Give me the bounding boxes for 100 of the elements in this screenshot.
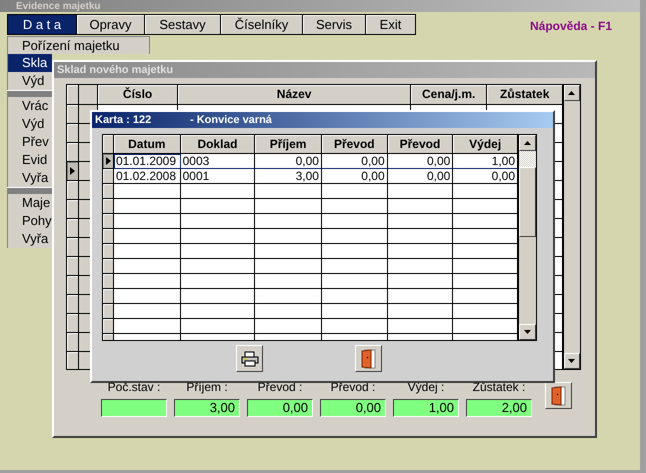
table-cell: 0,00 <box>388 169 454 184</box>
row-indicator[interactable] <box>103 319 114 334</box>
menu-entry[interactable]: Vyřa <box>7 230 52 248</box>
column-header: Výdej <box>453 135 518 154</box>
door-icon <box>360 348 376 368</box>
row-indicator[interactable] <box>67 105 79 124</box>
menu-item[interactable]: Sestavy <box>144 15 220 34</box>
column-header: Převod <box>322 135 388 154</box>
row-indicator[interactable] <box>103 214 114 229</box>
row-indicator[interactable] <box>103 169 114 184</box>
printer-icon <box>240 350 258 366</box>
scroll-track[interactable] <box>519 151 536 167</box>
row-indicator[interactable] <box>103 259 114 274</box>
total-field: 0,00 <box>247 399 313 417</box>
row-indicator[interactable] <box>103 304 114 319</box>
row-indicator[interactable] <box>103 244 114 259</box>
table-cell: 1,00 <box>453 154 518 169</box>
table-cell: 01.01.2009 <box>114 154 181 169</box>
row-indicator[interactable] <box>67 276 79 295</box>
arrow-up-icon <box>568 90 576 96</box>
scrollbar[interactable] <box>563 85 580 369</box>
total-label: Výdej : <box>408 380 444 394</box>
row-indicator[interactable] <box>67 181 79 200</box>
arrow-down-icon <box>524 330 532 334</box>
total-field <box>101 399 167 417</box>
table-cell: 0003 <box>180 154 256 169</box>
menu-item[interactable]: Exit <box>365 15 415 34</box>
menu-item[interactable]: Servis <box>302 15 365 34</box>
row-indicator[interactable] <box>67 257 79 276</box>
row-indicator[interactable] <box>67 200 79 219</box>
exit-button[interactable] <box>545 382 572 409</box>
table-cell: 0,00 <box>322 169 388 184</box>
row-indicator[interactable] <box>103 289 114 304</box>
pointer-icon <box>70 167 75 175</box>
total-label: Poč.stav : <box>108 380 160 394</box>
row-indicator[interactable] <box>67 333 79 352</box>
menu-entry[interactable]: Maje <box>7 194 52 212</box>
total-label: Převod : <box>330 380 376 394</box>
row-indicator[interactable] <box>67 219 79 238</box>
scrollbar[interactable] <box>518 135 536 340</box>
menu-entry[interactable]: Skla <box>7 54 52 72</box>
window-title: Sklad nového majetku <box>57 64 174 76</box>
table-cell: 3,00 <box>255 169 322 184</box>
row-indicator[interactable] <box>67 314 79 333</box>
table-cell: 0,00 <box>388 154 454 169</box>
print-button[interactable] <box>236 345 263 372</box>
window-subtitle: - Konvice varná <box>190 114 272 126</box>
column-header: Zůstatek <box>487 85 563 105</box>
total-field: 2,00 <box>466 399 532 417</box>
column-header: Převod <box>388 135 454 154</box>
row-indicator[interactable] <box>67 124 79 143</box>
pointer-icon <box>106 157 111 165</box>
menu-entry[interactable]: Pohy <box>7 212 52 230</box>
scroll-down-button[interactable] <box>564 353 580 369</box>
column-header: Doklad <box>180 135 256 154</box>
menu-entry[interactable]: Přev <box>7 133 52 151</box>
row-indicator[interactable] <box>103 229 114 244</box>
column-header: Datum <box>114 135 181 154</box>
menu-entry[interactable]: Evid <box>7 151 52 169</box>
column-header: Příjem <box>255 135 322 154</box>
row-indicator[interactable] <box>103 199 114 214</box>
menu-item[interactable]: Opravy <box>76 15 144 34</box>
app-title: Evidence majetku <box>16 0 100 12</box>
table-cell: 0001 <box>180 169 256 184</box>
exit-button[interactable] <box>355 345 382 372</box>
scroll-down-button[interactable] <box>519 324 536 340</box>
row-indicator[interactable] <box>67 238 79 257</box>
row-indicator[interactable] <box>103 274 114 289</box>
scroll-up-button[interactable] <box>564 85 580 101</box>
row-indicator[interactable] <box>103 184 114 199</box>
total-field: 1,00 <box>393 399 459 417</box>
total-label: Příjem : <box>186 380 228 394</box>
menu-entry[interactable]: Výd <box>7 72 52 90</box>
scroll-up-button[interactable] <box>519 135 536 151</box>
table-cell: 0,00 <box>322 154 388 169</box>
help-hint: Nápověda - F1 <box>530 19 612 33</box>
scroll-thumb[interactable] <box>519 167 536 237</box>
menu-entry[interactable]: Vrác <box>7 97 52 115</box>
arrow-down-icon <box>568 358 576 364</box>
menu-entry[interactable]: Pořízení majetku <box>7 36 150 54</box>
row-indicator[interactable] <box>103 154 114 169</box>
row-indicator[interactable] <box>67 162 79 181</box>
menu-entry[interactable]: Výd <box>7 115 52 133</box>
table-cell: 01.02.2008 <box>114 169 181 184</box>
row-indicator[interactable] <box>67 295 79 314</box>
row-indicator[interactable] <box>67 352 79 369</box>
arrow-up-icon <box>524 140 532 146</box>
total-field: 0,00 <box>320 399 386 417</box>
column-header: Název <box>178 85 411 105</box>
menu-item[interactable]: Číselníky <box>220 15 302 34</box>
table-cell: 0,00 <box>453 169 518 184</box>
menu-entry[interactable]: Vyřa <box>7 169 52 187</box>
column-header: Číslo <box>98 85 178 105</box>
table-cell: 0,00 <box>255 154 322 169</box>
total-label: Převod : <box>258 380 302 394</box>
window-title: Karta : 122 <box>95 114 152 126</box>
door-icon <box>550 386 566 406</box>
total-label: Zůstatek : <box>472 380 526 394</box>
menu-item[interactable]: D a t a <box>8 15 76 34</box>
row-indicator[interactable] <box>67 143 79 162</box>
